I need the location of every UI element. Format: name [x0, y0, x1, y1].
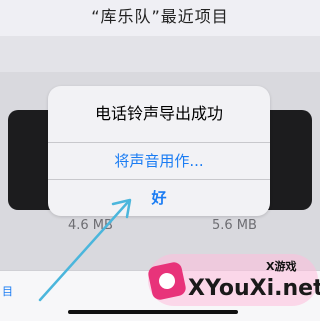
watermark: X游戏 XYouXi.net — [146, 250, 320, 316]
watermark-small-text: X游戏 — [266, 260, 297, 273]
use-sound-as-button[interactable]: 将声音用作... — [48, 143, 270, 180]
project-file-size: 4.6 MB — [68, 218, 113, 233]
game-controller-logo-icon — [146, 260, 188, 302]
page-title: “库乐队”最近项目 — [91, 7, 229, 26]
ok-button[interactable]: 好 — [48, 180, 270, 216]
alert-title: 电话铃声导出成功 — [48, 86, 270, 143]
search-band — [0, 36, 320, 72]
bottom-tab-label[interactable]: 目 — [2, 283, 13, 299]
project-file-size: 5.6 MB — [212, 218, 257, 233]
alert-dialog: 电话铃声导出成功 将声音用作... 好 — [48, 86, 270, 216]
watermark-domain-text: XYouXi.net — [188, 276, 320, 301]
